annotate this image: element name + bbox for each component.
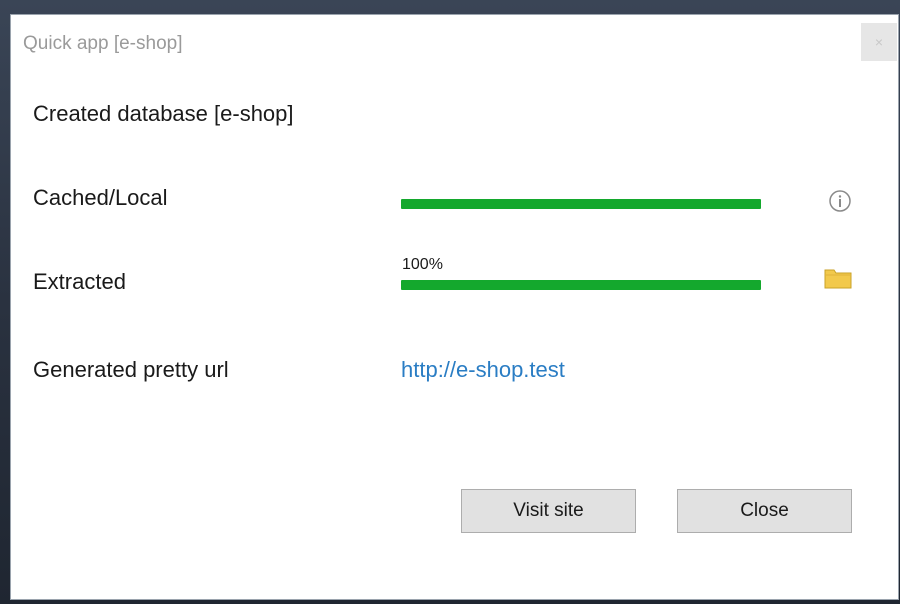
close-icon: ×	[874, 34, 884, 50]
cached-local-progress-bar	[401, 199, 761, 209]
dialog-window: Quick app [e-shop] × Created database [e…	[10, 14, 899, 600]
close-button[interactable]: Close	[677, 489, 852, 533]
pretty-url-link[interactable]: http://e-shop.test	[401, 357, 565, 383]
title-bar: Quick app [e-shop] ×	[11, 15, 898, 73]
visit-site-button[interactable]: Visit site	[461, 489, 636, 533]
extracted-progress-percent: 100%	[402, 256, 443, 273]
extracted-progress-fill	[401, 280, 761, 290]
cached-local-label: Cached/Local	[33, 185, 168, 210]
cached-local-progress-fill	[401, 199, 761, 209]
status-message: Created database [e-shop]	[33, 101, 294, 126]
window-title: Quick app [e-shop]	[23, 33, 183, 54]
folder-icon[interactable]	[823, 265, 853, 291]
extracted-progress-bar	[401, 280, 761, 290]
close-window-button[interactable]: ×	[861, 23, 897, 61]
extracted-label: Extracted	[33, 269, 126, 294]
info-icon[interactable]	[828, 189, 852, 213]
pretty-url-label: Generated pretty url	[33, 357, 229, 382]
